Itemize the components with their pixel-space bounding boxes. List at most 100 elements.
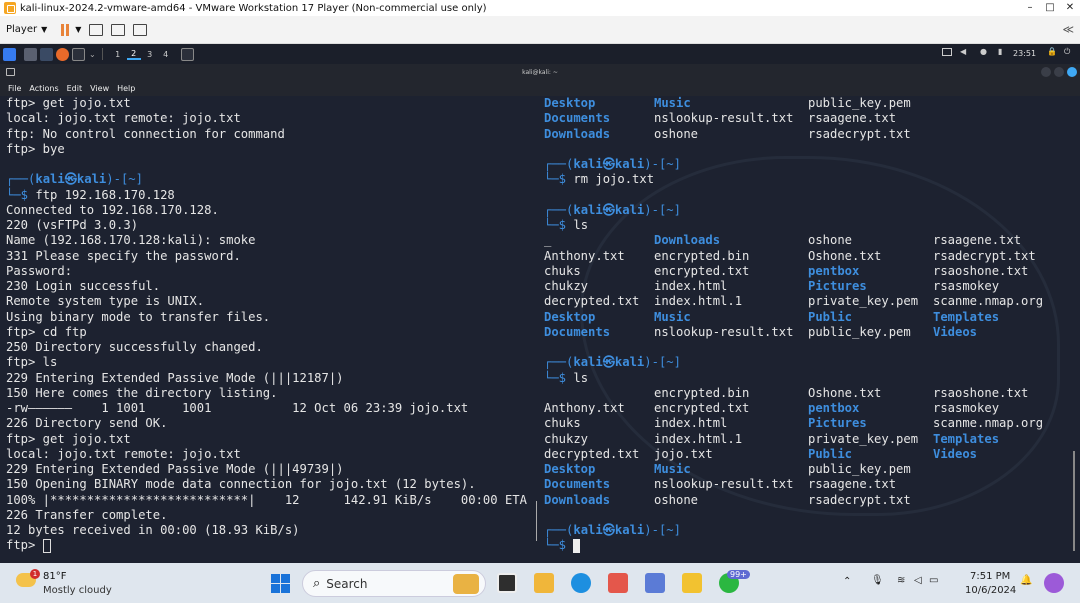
prompt-dir: ~ [666, 202, 674, 217]
prompt-host: kali [614, 202, 645, 217]
workspace-3[interactable]: 3 [143, 50, 157, 59]
terminal-cursor [573, 538, 581, 553]
prompt-header: ┌──(kali㉿kali)-[~] [544, 355, 681, 370]
directory-entry: Pictures [808, 279, 867, 293]
prompt-header: ┌──(kali㉿kali)-[~] [544, 523, 681, 537]
display-icon[interactable] [942, 48, 952, 56]
terminal-close-button[interactable] [1067, 67, 1077, 77]
taskbar-search-box[interactable]: ⌕ Search [302, 570, 486, 597]
menu-help[interactable]: Help [117, 84, 135, 93]
power-icon[interactable]: ⏻ [1064, 47, 1070, 57]
close-button[interactable]: ✕ [1060, 0, 1080, 16]
terminal-cursor [42, 538, 51, 553]
maximize-button[interactable]: □ [1040, 0, 1060, 16]
whatsapp-badge: 99+ [727, 570, 750, 579]
workspace-4[interactable]: 4 [159, 50, 173, 59]
ls-row: Desktop Music Public Templates [544, 310, 1074, 325]
wifi-icon[interactable]: ≋ [897, 575, 905, 586]
notification-bell-tray-icon[interactable]: 🔔 [1020, 575, 1032, 586]
terminal-line: 100% |***************************| 12 14… [6, 492, 527, 507]
player-menu[interactable]: Player [6, 24, 37, 35]
player-dropdown-icon[interactable]: ▼ [41, 25, 47, 34]
file-entry: _ [544, 233, 552, 248]
firefox-icon[interactable] [56, 47, 69, 61]
weather-widget[interactable]: 1 81°F Mostly cloudy [14, 569, 124, 599]
terminal-line: ftp> [6, 538, 526, 553]
edge-icon[interactable] [571, 573, 591, 593]
fullscreen-icon[interactable] [111, 23, 126, 36]
calculator-icon[interactable] [645, 573, 665, 593]
launcher-dropdown-icon[interactable]: ⌄ [89, 50, 96, 59]
terminal-launcher-icon[interactable] [72, 47, 85, 61]
terminal-pane-left[interactable]: ftp> get jojo.txt local: jojo.txt remote:… [6, 96, 527, 563]
volume-tray-icon[interactable]: ◁ [914, 575, 922, 586]
prompt-host: kali [614, 523, 645, 537]
file-explorer-icon[interactable] [534, 573, 554, 593]
terminal-task-icon[interactable] [180, 47, 194, 61]
directory-entry: Music [654, 96, 691, 110]
microphone-icon[interactable]: 🎙 [871, 575, 884, 586]
menu-edit[interactable]: Edit [67, 84, 83, 93]
file-entry: encrypted.txt [654, 401, 750, 415]
file-entry: scanme.nmap.org [933, 416, 1044, 431]
terminal-line: 230 Login successful. [6, 279, 161, 293]
file-entry: rsaagene.txt [933, 233, 1022, 248]
menu-view[interactable]: View [90, 84, 109, 93]
terminal-line: 150 Opening BINARY mode data connection … [6, 477, 476, 492]
minimize-button[interactable]: – [1020, 0, 1040, 16]
terminal-pane-right[interactable]: Desktop Music public_key.pem Documents nsloo… [544, 96, 1074, 563]
ls-row: Anthony.txt encrypted.txt pentbox rsasmokey [544, 401, 1074, 416]
ls-row: Desktop Music public_key.pem [544, 462, 1074, 477]
prompt-user: kali [573, 355, 603, 370]
prompt-line: └─$ ls [544, 218, 589, 232]
directory-entry: Desktop [544, 96, 596, 110]
vmware-task-icon[interactable] [682, 573, 702, 593]
pane-divider[interactable] [536, 501, 537, 541]
start-button[interactable] [271, 574, 290, 593]
menu-file[interactable]: File [8, 84, 21, 93]
ls-row: Downloads oshone rsadecrypt.txt [544, 127, 1074, 142]
file-entry: oshone [654, 126, 699, 141]
workspace-1[interactable]: 1 [111, 50, 125, 59]
volume-icon[interactable]: ◀ [960, 47, 966, 56]
windows-taskbar: 1 81°F Mostly cloudy ⌕ Search 99+ ⌃ 🎙 ≋ … [0, 563, 1080, 603]
directory-entry: Downloads [544, 492, 611, 507]
file-entry: rsasmokey [933, 401, 1000, 415]
battery-icon[interactable]: ▮ [998, 47, 1002, 56]
terminal-minimize-button[interactable] [1041, 67, 1051, 77]
terminal-scrollbar[interactable] [1073, 451, 1075, 551]
file-entry: nslookup-result.txt [654, 324, 794, 339]
lock-screen-icon[interactable]: 🔒 [1047, 47, 1057, 56]
show-desktop-icon[interactable] [24, 47, 37, 61]
workspace-2[interactable]: 2 [126, 49, 141, 60]
task-view-icon[interactable] [497, 573, 517, 593]
battery-tray-icon[interactable]: ▭ [929, 575, 938, 586]
prompt-at-icon: ㉿ [602, 157, 615, 171]
pause-button[interactable] [61, 21, 71, 39]
weather-temp: 81°F [43, 571, 67, 582]
tray-overflow-icon[interactable]: ⌃ [843, 576, 851, 587]
command-text: ls [573, 218, 589, 232]
prompt-header: ┌──(kali㉿kali)-[~] [544, 157, 681, 171]
command-text: rm jojo.txt [573, 172, 655, 187]
copilot-icon[interactable] [1044, 573, 1064, 593]
store-icon[interactable] [608, 573, 628, 593]
directory-entry: Downloads [544, 126, 611, 141]
pause-dropdown-icon[interactable]: ▼ [75, 25, 81, 34]
taskbar-time[interactable]: 7:51 PM [970, 571, 1010, 582]
toolbar-collapse-icon[interactable]: ≪ [1062, 23, 1074, 36]
terminal-line: ftp> get jojo.txt [6, 96, 131, 110]
terminal-maximize-button[interactable] [1054, 67, 1064, 77]
terminal-line: 150 Here comes the directory listing. [6, 385, 278, 400]
menu-actions[interactable]: Actions [29, 84, 58, 93]
terminal-line: 226 Directory send OK. [6, 416, 168, 431]
taskbar-date[interactable]: 10/6/2024 [965, 585, 1016, 596]
file-manager-icon[interactable] [40, 47, 53, 61]
send-ctrl-alt-del-icon[interactable] [89, 23, 104, 36]
unity-icon[interactable] [133, 23, 148, 36]
panel-clock[interactable]: 23:51 [1013, 49, 1036, 58]
terminal-body[interactable]: ftp> get jojo.txt local: jojo.txt remote:… [0, 96, 1080, 563]
notification-bell-icon[interactable]: ● [980, 47, 987, 56]
kali-menu-icon[interactable] [3, 47, 16, 61]
